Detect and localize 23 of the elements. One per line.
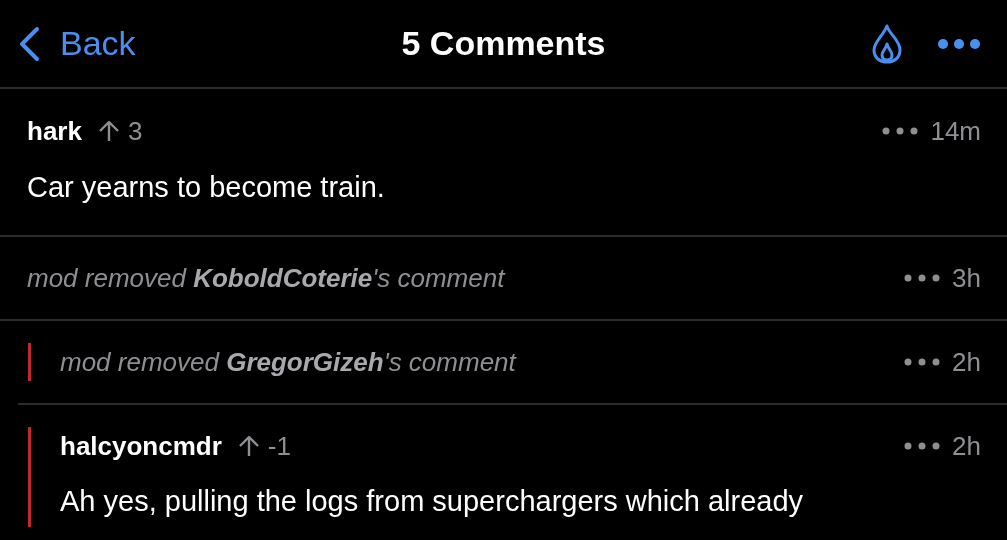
more-icon[interactable] [937, 37, 981, 50]
comment-text: Ah yes, pulling the logs from superchargers which already [60, 484, 805, 519]
comment-time: 2h [952, 430, 981, 462]
more-icon[interactable] [904, 358, 941, 366]
more-icon[interactable] [904, 442, 941, 450]
page-title: 5 Comments [400, 24, 607, 63]
more-icon[interactable] [904, 274, 941, 282]
username[interactable]: halcyoncmdr [60, 430, 222, 462]
chevron-left-icon [18, 25, 40, 62]
removed-notice: mod removed GregorGizeh's comment [60, 346, 516, 378]
back-button[interactable]: Back [18, 24, 136, 63]
more-icon[interactable] [882, 127, 919, 135]
comment-time: 2h [952, 346, 981, 378]
username[interactable]: hark [27, 115, 82, 147]
upvote-icon[interactable] [97, 119, 120, 143]
comment-text: Car yearns to become train. [27, 170, 386, 205]
flame-icon[interactable] [871, 23, 903, 64]
removed-notice: mod removed KoboldCoterie's comment [27, 262, 505, 294]
vote-count: -1 [267, 430, 291, 462]
comment-time: 3h [952, 262, 981, 294]
comment-time: 14m [930, 115, 981, 147]
upvote-icon[interactable] [237, 434, 260, 458]
vote-count: 3 [127, 115, 143, 147]
